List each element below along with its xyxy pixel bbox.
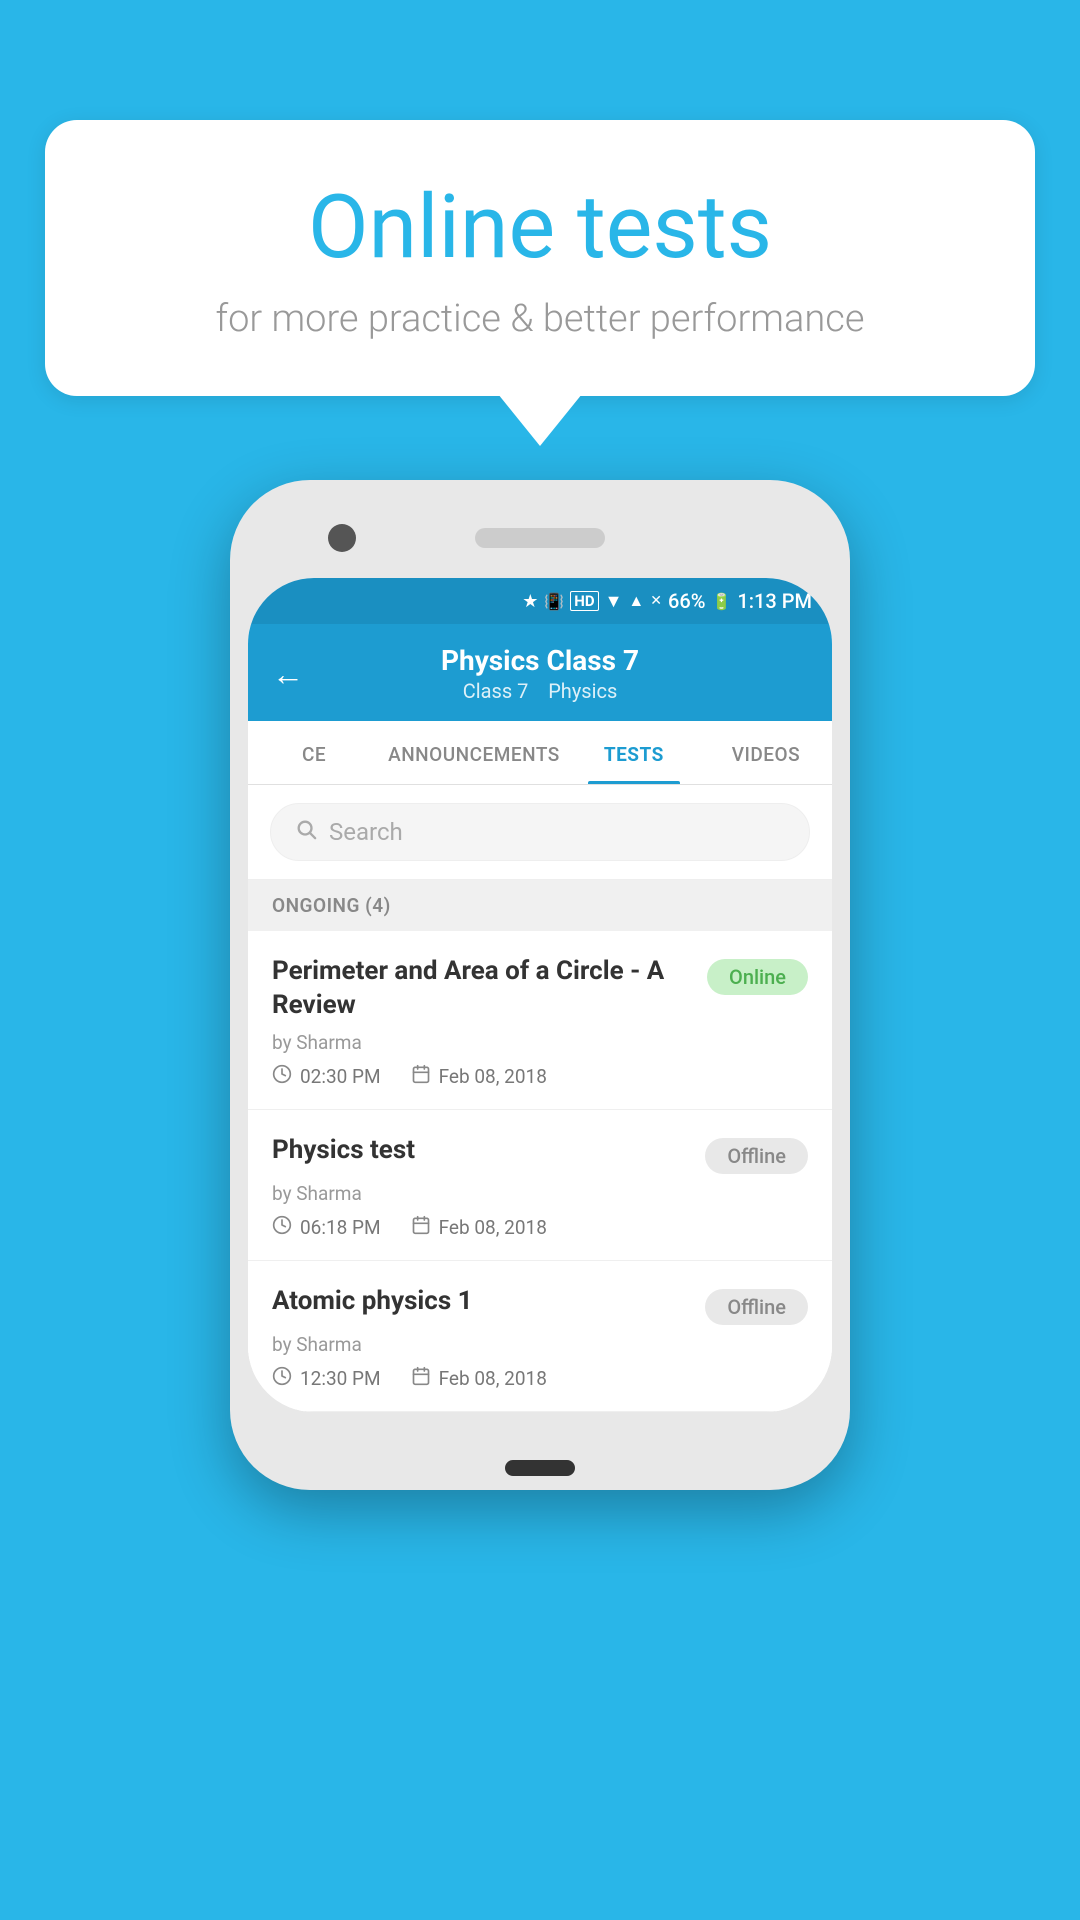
search-container: Search bbox=[248, 785, 832, 880]
vibrate-icon: 📳 bbox=[544, 592, 564, 611]
test-date: Feb 08, 2018 bbox=[411, 1366, 547, 1391]
phone-inner-shell: ★ 📳 HD ▼ ▲ ✕ 66% bbox=[248, 578, 832, 1412]
signal-icon: ▲ bbox=[628, 591, 644, 611]
search-bar[interactable]: Search bbox=[270, 803, 810, 861]
home-indicator[interactable] bbox=[505, 1460, 575, 1476]
tab-videos[interactable]: VIDEOS bbox=[700, 721, 832, 784]
earpiece-speaker bbox=[475, 528, 605, 548]
test-date: Feb 08, 2018 bbox=[411, 1064, 547, 1089]
test-item[interactable]: Physics test Offline by Sharma bbox=[248, 1110, 832, 1261]
test-time: 02:30 PM bbox=[272, 1064, 381, 1089]
test-title: Physics test bbox=[272, 1134, 689, 1168]
clock-icon bbox=[272, 1064, 292, 1089]
phone-top-bar bbox=[248, 498, 832, 578]
test-meta: 06:18 PM bbox=[272, 1215, 808, 1240]
tab-ce[interactable]: CE bbox=[248, 721, 380, 784]
phone-outer-shell: ★ 📳 HD ▼ ▲ ✕ 66% bbox=[230, 480, 850, 1490]
no-signal-icon: ✕ bbox=[650, 593, 662, 609]
tabs-bar: CE ANNOUNCEMENTS TESTS VIDEOS bbox=[248, 721, 832, 785]
status-bar: ★ 📳 HD ▼ ▲ ✕ 66% bbox=[248, 578, 832, 624]
test-author: by Sharma bbox=[272, 1031, 808, 1054]
class-label: Class 7 bbox=[463, 679, 529, 703]
status-badge: Online bbox=[707, 959, 808, 995]
test-title: Atomic physics 1 bbox=[272, 1285, 689, 1319]
calendar-icon bbox=[411, 1064, 431, 1089]
test-time: 06:18 PM bbox=[272, 1215, 381, 1240]
battery-level: 66% bbox=[668, 589, 705, 613]
test-author: by Sharma bbox=[272, 1182, 808, 1205]
test-item[interactable]: Perimeter and Area of a Circle - A Revie… bbox=[248, 931, 832, 1110]
section-label: ONGOING (4) bbox=[272, 894, 391, 917]
time-value: 12:30 PM bbox=[300, 1367, 381, 1390]
subject-label: Physics bbox=[548, 679, 617, 703]
speech-bubble: Online tests for more practice & better … bbox=[45, 120, 1035, 396]
status-icons: ★ 📳 HD ▼ ▲ ✕ 66% bbox=[522, 589, 812, 613]
test-meta: 02:30 PM bbox=[272, 1064, 808, 1089]
calendar-icon bbox=[411, 1215, 431, 1240]
calendar-icon bbox=[411, 1366, 431, 1391]
test-time: 12:30 PM bbox=[272, 1366, 381, 1391]
date-value: Feb 08, 2018 bbox=[439, 1065, 547, 1088]
bluetooth-icon: ★ bbox=[522, 591, 538, 612]
test-item[interactable]: Atomic physics 1 Offline by Sharma bbox=[248, 1261, 832, 1412]
bubble-title: Online tests bbox=[125, 180, 955, 277]
time-value: 02:30 PM bbox=[300, 1065, 381, 1088]
search-icon bbox=[295, 818, 317, 846]
test-date: Feb 08, 2018 bbox=[411, 1215, 547, 1240]
battery-icon: 🔋 bbox=[711, 592, 731, 611]
section-header-ongoing: ONGOING (4) bbox=[248, 880, 832, 931]
tab-tests[interactable]: TESTS bbox=[568, 721, 700, 784]
test-meta: 12:30 PM bbox=[272, 1366, 808, 1391]
test-item-header: Perimeter and Area of a Circle - A Revie… bbox=[272, 955, 808, 1023]
test-item-header: Physics test Offline bbox=[272, 1134, 808, 1174]
clock-icon bbox=[272, 1366, 292, 1391]
clock-icon bbox=[272, 1215, 292, 1240]
bubble-subtitle: for more practice & better performance bbox=[125, 297, 955, 341]
page-subtitle: Class 7 Physics bbox=[441, 679, 639, 703]
status-time: 1:13 PM bbox=[737, 589, 812, 613]
date-value: Feb 08, 2018 bbox=[439, 1367, 547, 1390]
test-author: by Sharma bbox=[272, 1333, 808, 1356]
wifi-icon: ▼ bbox=[605, 591, 623, 612]
status-badge: Offline bbox=[705, 1138, 808, 1174]
test-item-header: Atomic physics 1 Offline bbox=[272, 1285, 808, 1325]
date-value: Feb 08, 2018 bbox=[439, 1216, 547, 1239]
tab-announcements[interactable]: ANNOUNCEMENTS bbox=[380, 721, 568, 784]
phone-mockup: ★ 📳 HD ▼ ▲ ✕ 66% bbox=[230, 480, 850, 1490]
test-title: Perimeter and Area of a Circle - A Revie… bbox=[272, 955, 691, 1023]
header-title-group: Physics Class 7 Class 7 Physics bbox=[441, 644, 639, 703]
time-value: 06:18 PM bbox=[300, 1216, 381, 1239]
page-title: Physics Class 7 bbox=[441, 644, 639, 677]
search-placeholder: Search bbox=[329, 818, 403, 846]
speech-bubble-container: Online tests for more practice & better … bbox=[45, 120, 1035, 396]
back-button[interactable]: ← bbox=[272, 655, 304, 693]
status-badge: Offline bbox=[705, 1289, 808, 1325]
phone-bottom-bar bbox=[248, 1412, 832, 1472]
front-camera bbox=[328, 524, 356, 552]
phone-screen: ★ 📳 HD ▼ ▲ ✕ 66% bbox=[248, 578, 832, 1412]
hd-badge: HD bbox=[570, 591, 598, 611]
app-header: ← Physics Class 7 Class 7 Physics bbox=[248, 624, 832, 721]
